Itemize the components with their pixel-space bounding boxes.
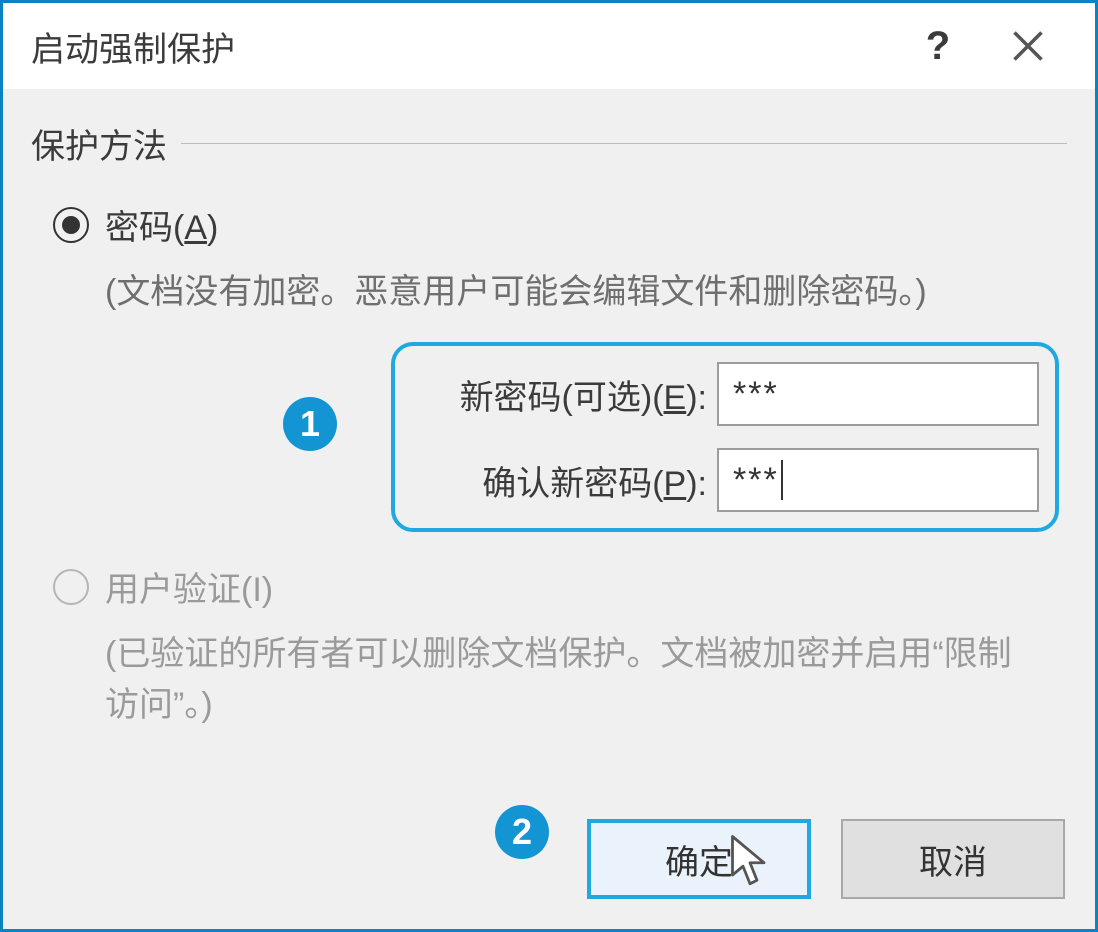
confirm-password-row: 确认新密码(P): ***	[417, 448, 1039, 512]
cancel-button-label: 取消	[919, 835, 987, 884]
dialog-footer: 确定 取消	[587, 819, 1065, 899]
password-hint: (文档没有加密。恶意用户可能会编辑文件和删除密码。)	[31, 267, 1067, 318]
annotation-badge-1: 1	[283, 397, 337, 451]
radio-dot-icon	[62, 216, 80, 234]
radio-password[interactable]	[53, 207, 89, 243]
divider	[181, 143, 1067, 144]
dialog-body: 保护方法 密码(A) (文档没有加密。恶意用户可能会编辑文件和删除密码。) 新密…	[3, 89, 1095, 731]
mouse-cursor-icon	[729, 833, 771, 889]
password-fields-group: 新密码(可选)(E): *** 确认新密码(P): ***	[391, 342, 1059, 532]
text-cursor-icon	[781, 460, 783, 500]
radio-label-password: 密码(A)	[105, 200, 218, 249]
close-button[interactable]	[983, 3, 1073, 89]
help-button[interactable]: ?	[893, 3, 983, 89]
new-password-input[interactable]: ***	[717, 362, 1039, 426]
annotation-badge-2: 2	[495, 805, 549, 859]
start-enforcing-protection-dialog: 启动强制保护 ? 保护方法 密码(A) (文档没有加密。恶意用户可能会编辑文件和…	[0, 0, 1098, 932]
confirm-password-input[interactable]: ***	[717, 448, 1039, 512]
dialog-title: 启动强制保护	[31, 22, 893, 71]
section-header: 保护方法	[31, 119, 1067, 168]
radio-user-auth	[53, 569, 89, 605]
new-password-row: 新密码(可选)(E): ***	[417, 362, 1039, 426]
new-password-label: 新密码(可选)(E):	[417, 370, 717, 419]
user-auth-hint: (已验证的所有者可以删除文档保护。文档被加密并启用“限制访问”。)	[31, 629, 1067, 731]
radio-row-user-auth: 用户验证(I)	[31, 562, 1067, 611]
ok-button[interactable]: 确定	[587, 819, 811, 899]
confirm-password-label: 确认新密码(P):	[417, 456, 717, 505]
section-label: 保护方法	[31, 119, 181, 168]
radio-label-user-auth: 用户验证(I)	[105, 562, 273, 611]
close-icon	[1010, 28, 1046, 64]
cancel-button[interactable]: 取消	[841, 819, 1065, 899]
title-bar: 启动强制保护 ?	[3, 3, 1095, 89]
radio-row-password[interactable]: 密码(A)	[31, 200, 1067, 249]
ok-button-label: 确定	[665, 835, 733, 884]
